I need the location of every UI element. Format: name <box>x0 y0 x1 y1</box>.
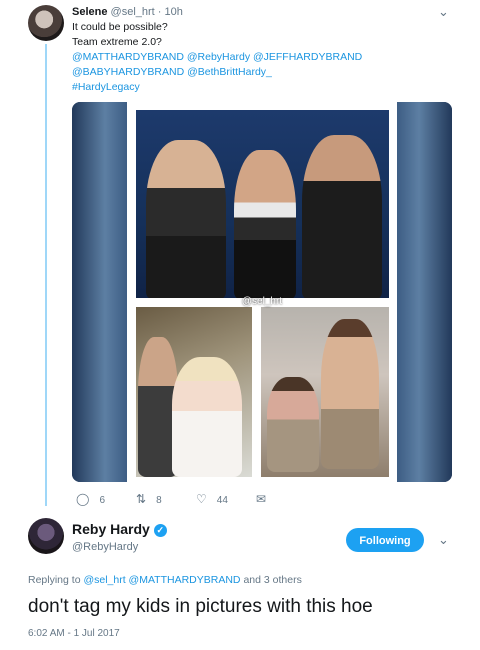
hashtag-link[interactable]: #HardyLegacy <box>72 80 452 95</box>
tweet-text-line: It could be possible? <box>72 21 168 33</box>
reply-icon: ◯ <box>76 492 90 506</box>
verified-badge-icon: ✓ <box>153 524 167 537</box>
author-name[interactable]: Selene <box>72 6 107 18</box>
dm-button[interactable]: ✉ <box>256 492 276 506</box>
author-handle[interactable]: @RebyHardy <box>72 541 138 553</box>
replying-to-users[interactable]: @sel_hrt @MATTHARDYBRAND <box>83 574 240 586</box>
replying-to: Replying to @sel_hrt @MATTHARDYBRAND and… <box>28 574 302 586</box>
avatar[interactable] <box>28 518 64 554</box>
envelope-icon: ✉ <box>256 492 267 506</box>
photo-bottom-left <box>136 307 252 477</box>
following-button[interactable]: Following <box>346 528 424 552</box>
tweet-media[interactable]: @sel_hrt <box>72 102 452 482</box>
author-handle[interactable]: @sel_hrt <box>111 6 155 18</box>
author-name-text: Reby Hardy <box>72 521 150 537</box>
retweet-count: 8 <box>156 495 162 506</box>
chevron-down-icon[interactable]: ⌄ <box>438 4 449 20</box>
tweet-text: It could be possible? Team extreme 2.0? … <box>72 20 452 95</box>
separator-dot: · <box>157 6 162 18</box>
like-count: 44 <box>216 495 228 506</box>
reply-count: 6 <box>99 495 105 506</box>
like-button[interactable]: ♡ 44 <box>196 492 228 506</box>
photo-collage: @sel_hrt <box>127 102 397 482</box>
media-blur-right <box>397 102 452 482</box>
chevron-down-icon[interactable]: ⌄ <box>438 532 449 548</box>
mention-links[interactable]: @MATTHARDYBRAND @RebyHardy @JEFFHARDYBRA… <box>72 50 452 65</box>
retweet-icon: ⇅ <box>136 492 147 506</box>
tweet-text-line: Team extreme 2.0? <box>72 36 162 48</box>
tweet-time[interactable]: 10h <box>165 6 183 18</box>
replying-to-others[interactable]: and 3 others <box>243 574 301 586</box>
mention-links[interactable]: @BABYHARDYBRAND @BethBrittHardy_ <box>72 65 452 80</box>
media-blur-left <box>72 102 127 482</box>
avatar[interactable] <box>28 5 64 41</box>
retweet-button[interactable]: ⇅ 8 <box>136 492 162 506</box>
tweet-header: Selene @sel_hrt · 10h <box>72 6 183 18</box>
photo-top <box>136 110 389 298</box>
tweet-text: don't tag my kids in pictures with this … <box>28 596 373 617</box>
heart-icon: ♡ <box>196 492 207 506</box>
media-watermark: @sel_hrt <box>241 296 283 307</box>
thread-connector-line <box>45 44 47 506</box>
replying-to-prefix: Replying to <box>28 574 81 586</box>
author-name[interactable]: Reby Hardy ✓ <box>72 521 167 537</box>
reply-button[interactable]: ◯ 6 <box>76 492 105 506</box>
tweet-timestamp[interactable]: 6:02 AM - 1 Jul 2017 <box>28 628 120 639</box>
photo-bottom-right <box>261 307 389 477</box>
